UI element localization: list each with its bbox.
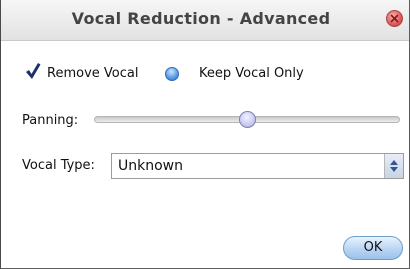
- vocal-reduction-dialog: Vocal Reduction - Advanced Remove Vocal …: [0, 0, 410, 269]
- remove-vocal-label[interactable]: Remove Vocal: [47, 66, 138, 81]
- close-icon: [390, 14, 399, 23]
- checkmark-icon: [26, 63, 41, 79]
- vocal-type-select[interactable]: Unknown: [111, 153, 404, 179]
- vocal-type-value: Unknown: [118, 158, 183, 174]
- title-bar[interactable]: Vocal Reduction - Advanced: [1, 0, 409, 41]
- panning-slider-thumb[interactable]: [238, 111, 256, 128]
- keep-vocal-only-radio[interactable]: [165, 67, 179, 81]
- vocal-type-label: Vocal Type:: [22, 158, 95, 173]
- panning-label: Panning:: [22, 113, 79, 128]
- up-down-arrows-icon: [390, 160, 398, 172]
- dialog-title: Vocal Reduction - Advanced: [71, 9, 331, 28]
- select-arrows[interactable]: [384, 154, 403, 178]
- keep-vocal-only-label[interactable]: Keep Vocal Only: [199, 66, 304, 81]
- ok-button[interactable]: OK: [343, 236, 403, 260]
- close-button[interactable]: [386, 10, 403, 27]
